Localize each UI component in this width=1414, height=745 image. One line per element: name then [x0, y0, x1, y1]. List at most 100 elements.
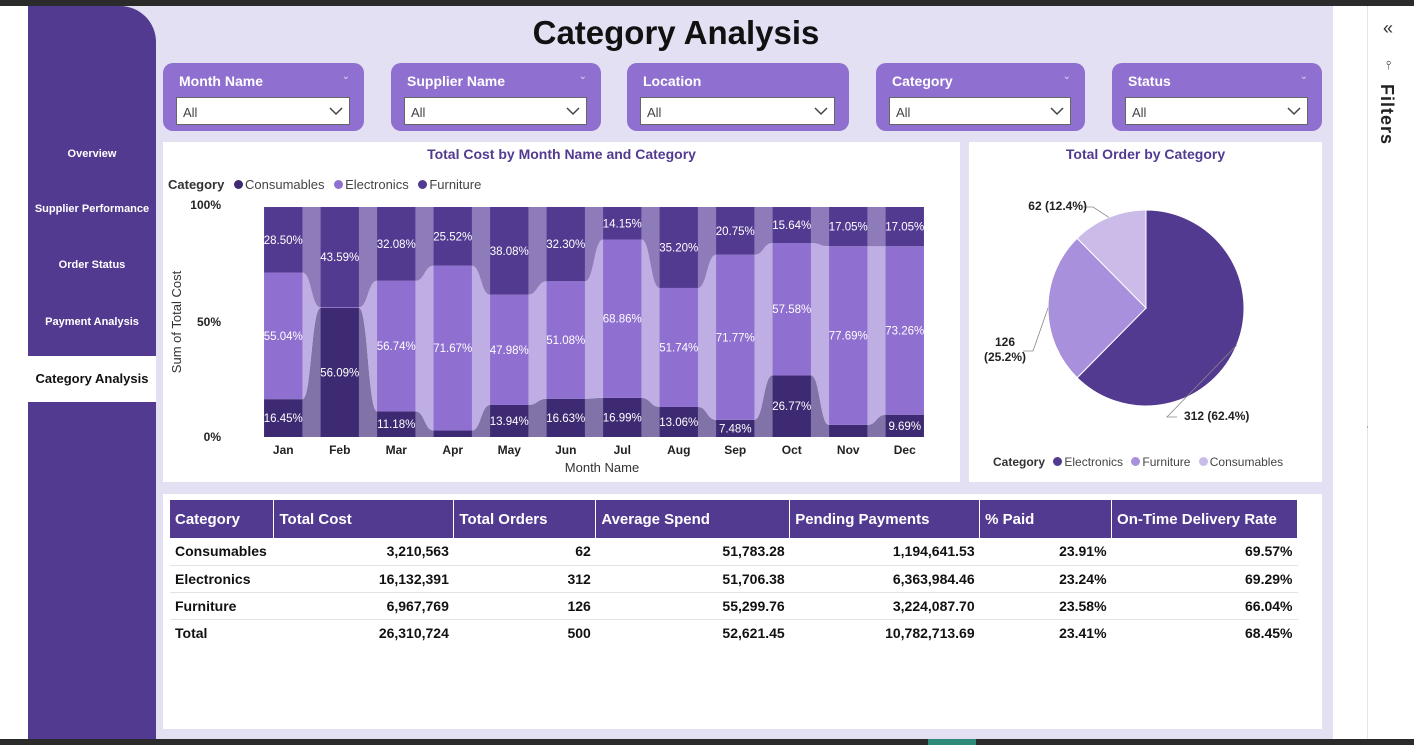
- category-dropdown[interactable]: All: [889, 97, 1071, 125]
- category-summary-table: Category Total Cost Total Orders Average…: [170, 500, 1298, 646]
- x-tick-label: Feb: [329, 443, 350, 457]
- slicer-title: Month Name: [179, 73, 263, 89]
- data-label: 77.69%: [829, 331, 868, 343]
- data-label: 20.75%: [716, 226, 755, 238]
- chevron-down-icon[interactable]: ⌄: [1300, 71, 1308, 82]
- filter-visual-icon[interactable]: ⫯: [1386, 58, 1391, 73]
- chevron-down-icon[interactable]: ⌄: [1063, 71, 1071, 82]
- ribbon-furniture: [810, 207, 830, 247]
- data-label: 32.30%: [546, 239, 585, 251]
- data-label: 71.77%: [716, 332, 755, 344]
- pie-chart-legend: Category Electronics Furniture Consumabl…: [993, 455, 1283, 469]
- data-label: 9.69%: [888, 421, 921, 433]
- collapse-pane-icon[interactable]: «: [1383, 18, 1393, 39]
- month-name-dropdown[interactable]: All: [176, 97, 350, 125]
- nav-category-analysis[interactable]: Category Analysis: [28, 356, 156, 402]
- slicer-month-name: Month Name ⌄ All: [163, 63, 364, 131]
- dropdown-value: All: [183, 105, 198, 120]
- x-tick-label: Jul: [614, 443, 631, 457]
- leader-line: [1023, 307, 1049, 352]
- column-header-on-time-delivery-rate[interactable]: On-Time Delivery Rate: [1111, 500, 1298, 538]
- supplier-name-dropdown[interactable]: All: [404, 97, 587, 125]
- table-cell: 3,210,563: [273, 538, 454, 566]
- bar-consumables[interactable]: [433, 430, 472, 437]
- bar-consumables[interactable]: [829, 424, 868, 437]
- table-cell: 51,783.28: [595, 538, 790, 566]
- bar-electronics[interactable]: [320, 307, 359, 308]
- table-row[interactable]: Furniture 6,967,769 126 55,299.76 3,224,…: [170, 592, 1298, 620]
- legend-item-consumables[interactable]: Consumables: [1210, 455, 1283, 469]
- slicer-title: Status: [1128, 73, 1171, 89]
- y-tick-label: 50%: [197, 315, 221, 329]
- table-cell: 1,194,641.53: [789, 538, 980, 566]
- data-label: 51.74%: [659, 342, 698, 354]
- dropdown-value: All: [896, 105, 911, 120]
- legend-swatch-consumables: [233, 180, 243, 189]
- data-label: 26.77%: [772, 401, 811, 413]
- ribbon-electronics: [415, 265, 434, 431]
- table-cell: 66.04%: [1111, 592, 1298, 620]
- ribbon-furniture: [867, 207, 886, 247]
- ribbon-electronics: [528, 281, 547, 405]
- legend-item-furniture[interactable]: Furniture: [1142, 455, 1190, 469]
- table-row[interactable]: Consumables 3,210,563 62 51,783.28 1,194…: [170, 538, 1298, 566]
- nav-order-status[interactable]: Order Status: [28, 259, 156, 271]
- y-tick-label: 100%: [190, 198, 221, 212]
- table-cell: 6,967,769: [273, 592, 454, 620]
- ribbon-furniture: [528, 206, 547, 295]
- page-title: Category Analysis: [532, 14, 820, 51]
- column-header-category[interactable]: Category: [170, 500, 275, 538]
- x-tick-label: Apr: [442, 443, 463, 457]
- table-cell: 23.58%: [979, 592, 1112, 620]
- data-label: 73.26%: [885, 325, 924, 337]
- table-cell: 26,310,724: [273, 618, 454, 646]
- legend-item-furniture[interactable]: Furniture: [429, 177, 481, 192]
- legend-item-consumables[interactable]: Consumables: [245, 177, 325, 192]
- data-label: 68.86%: [603, 314, 642, 326]
- data-label: 56.74%: [377, 341, 416, 353]
- table-cell: 3,224,087.70: [789, 592, 980, 620]
- table-header-row: Category Total Cost Total Orders Average…: [170, 500, 1298, 538]
- table-cell: 23.41%: [979, 618, 1112, 646]
- chevron-down-icon[interactable]: ⌄: [579, 71, 587, 82]
- data-label: 16.63%: [546, 413, 585, 425]
- pie-data-label: 126: [995, 335, 1015, 349]
- column-header-pending-payments[interactable]: Pending Payments: [789, 500, 981, 538]
- location-dropdown[interactable]: All: [640, 97, 835, 125]
- table-cell: 10,782,713.69: [789, 618, 980, 646]
- column-header-total-orders[interactable]: Total Orders: [453, 500, 597, 538]
- nav-payment-analysis[interactable]: Payment Analysis: [28, 316, 156, 328]
- table-row[interactable]: Electronics 16,132,391 312 51,706.38 6,3…: [170, 565, 1298, 593]
- chevron-down-icon: [566, 107, 580, 116]
- data-label: 56.09%: [320, 367, 359, 379]
- column-header-total-cost[interactable]: Total Cost: [273, 500, 455, 538]
- x-tick-label: May: [498, 443, 522, 457]
- data-label: 32.08%: [377, 239, 416, 251]
- table-total-row: Total 26,310,724 500 52,621.45 10,782,71…: [170, 618, 1298, 646]
- column-header-percent-paid[interactable]: % Paid: [979, 500, 1113, 538]
- pie-chart: 312 (62.4%) 126(25.2%) 62 (12.4%): [984, 199, 1249, 423]
- data-label: 17.05%: [885, 222, 924, 234]
- legend-swatch-consumables: [1198, 457, 1208, 466]
- y-tick-label: 0%: [204, 430, 222, 444]
- active-page-tab-indicator: [928, 739, 976, 745]
- legend-item-electronics[interactable]: Electronics: [345, 177, 409, 192]
- slicer-title: Category: [892, 73, 953, 89]
- x-tick-label: Mar: [386, 443, 408, 457]
- table-cell: 6,363,984.46: [789, 565, 980, 593]
- data-label: 47.98%: [490, 345, 529, 357]
- table-cell: 62: [453, 538, 596, 566]
- nav-overview[interactable]: Overview: [28, 148, 156, 160]
- data-label: 16.99%: [603, 412, 642, 424]
- legend-item-electronics[interactable]: Electronics: [1064, 455, 1123, 469]
- nav-supplier-performance[interactable]: Supplier Performance: [28, 203, 156, 215]
- chevron-down-icon[interactable]: ⌄: [342, 71, 350, 82]
- filters-pane-label[interactable]: Filters: [1376, 84, 1397, 145]
- filters-pane: « ⫯ Filters: [1367, 6, 1414, 739]
- status-dropdown[interactable]: All: [1125, 97, 1308, 125]
- column-header-average-spend[interactable]: Average Spend: [595, 500, 791, 538]
- x-tick-label: Nov: [837, 443, 860, 457]
- table-cell: 23.24%: [979, 565, 1112, 593]
- chevron-down-icon: [814, 107, 828, 116]
- slicer-status: Status ⌄ All: [1112, 63, 1322, 131]
